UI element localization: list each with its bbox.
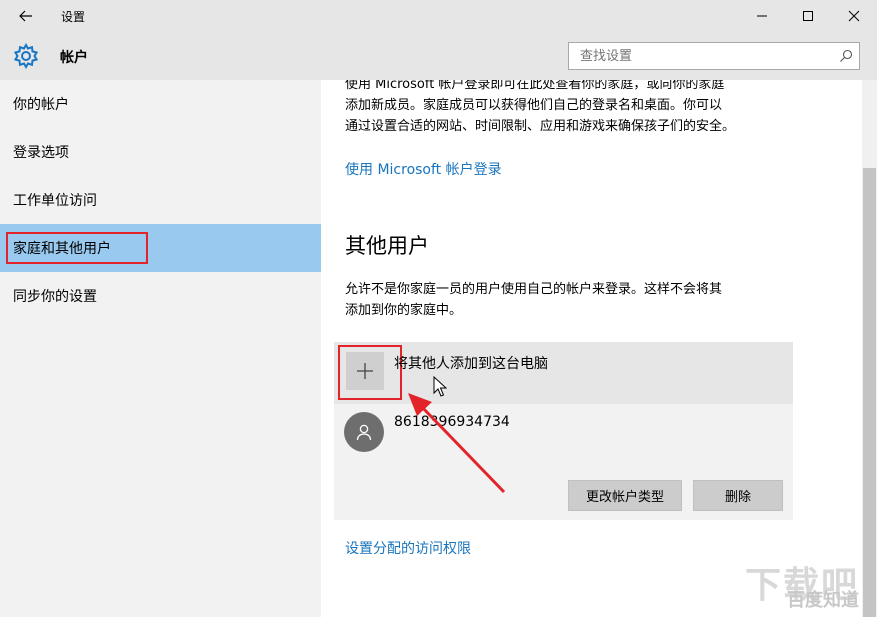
intro-line: 通过设置合适的网站、时间限制、应用和游戏来确保孩子们的安全。 [345, 119, 736, 134]
other-users-heading: 其他用户 [345, 234, 429, 258]
close-icon [848, 10, 860, 22]
annotation-highlight-box [338, 345, 402, 400]
sidebar-item-label: 工作单位访问 [13, 193, 97, 209]
sidebar-item-sync-settings[interactable]: 同步你的设置 [0, 272, 321, 320]
watermark: 下载吧 百度知道 [737, 556, 877, 617]
user-avatar [344, 412, 384, 452]
page-title: 帐户 [60, 50, 88, 66]
add-user-label: 将其他人添加到这台电脑 [394, 356, 548, 372]
close-button[interactable] [831, 0, 877, 32]
sidebar-item-work-access[interactable]: 工作单位访问 [0, 176, 321, 224]
search-icon[interactable] [839, 49, 853, 63]
user-entry[interactable]: 8618396934734 更改帐户类型 删除 [334, 404, 793, 520]
sidebar: 你的帐户 登录选项 工作单位访问 家庭和其他用户 同步你的设置 [0, 80, 321, 617]
main-content: 使用 Microsoft 帐户登录即可在此处查看你的家庭，或向你的家庭 添加新成… [321, 80, 862, 617]
desc-line: 添加到你的家庭中。 [345, 303, 463, 318]
window-title: 设置 [61, 10, 86, 24]
user-avatar-icon [356, 424, 372, 441]
delete-button[interactable]: 删除 [693, 480, 783, 511]
settings-header: 帐户 [0, 32, 877, 80]
assigned-access-link[interactable]: 设置分配的访问权限 [345, 538, 471, 558]
add-user-row[interactable]: 将其他人添加到这台电脑 [334, 342, 793, 404]
sidebar-item-label: 你的帐户 [13, 97, 69, 113]
minimize-button[interactable] [739, 0, 785, 32]
minimize-icon [757, 15, 767, 17]
scrollbar-thumb[interactable] [863, 168, 876, 617]
mouse-cursor-icon [433, 376, 447, 397]
scrollbar[interactable] [862, 80, 877, 617]
change-account-type-button[interactable]: 更改帐户类型 [568, 480, 682, 511]
back-button[interactable] [8, 0, 44, 32]
maximize-icon [803, 11, 813, 21]
ms-account-signin-link[interactable]: 使用 Microsoft 帐户登录 [345, 159, 502, 179]
intro-line: 添加新成员。家庭成员可以获得他们自己的登录名和桌面。你可以 [345, 98, 723, 113]
desc-line: 允许不是你家庭一员的用户使用自己的帐户来登录。这样不会将其 [345, 282, 723, 297]
maximize-button[interactable] [785, 0, 831, 32]
intro-line: 使用 Microsoft 帐户登录即可在此处查看你的家庭，或向你的家庭 [345, 80, 725, 92]
search-box[interactable] [568, 42, 860, 70]
title-bar: 设置 [0, 0, 877, 32]
watermark-subtext: 百度知道 [787, 590, 859, 611]
arrow-left-icon [19, 10, 32, 22]
other-users-description: 允许不是你家庭一员的用户使用自己的帐户来登录。这样不会将其 添加到你的家庭中。 [345, 279, 785, 321]
family-intro-text: 使用 Microsoft 帐户登录即可在此处查看你的家庭，或向你的家庭 添加新成… [345, 80, 785, 137]
annotation-highlight-box [6, 232, 148, 264]
sidebar-item-sign-in-options[interactable]: 登录选项 [0, 128, 321, 176]
search-input[interactable] [569, 43, 829, 69]
sidebar-item-label: 同步你的设置 [13, 289, 97, 305]
sidebar-item-label: 登录选项 [13, 145, 69, 161]
user-name: 8618396934734 [394, 414, 510, 430]
gear-icon [13, 42, 39, 70]
sidebar-item-your-account[interactable]: 你的帐户 [0, 80, 321, 128]
